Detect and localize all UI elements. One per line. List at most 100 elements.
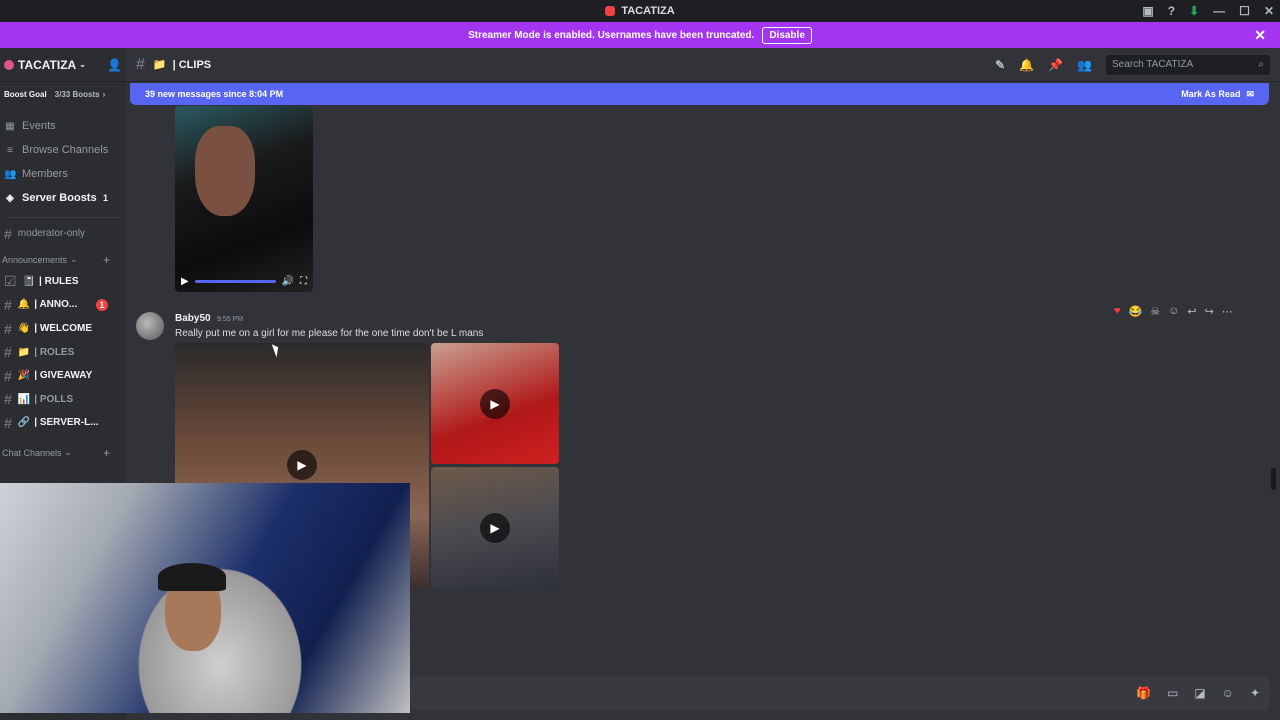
- emoji-icon[interactable]: ☺: [1222, 686, 1234, 700]
- server-name: TACATIZA: [18, 57, 77, 72]
- channel-announcements[interactable]: # 🔔 | ANNO... 1: [0, 293, 126, 317]
- boost-icon: ◈: [6, 192, 14, 204]
- rules-channel-icon: ☑: [4, 272, 17, 289]
- boost-goal[interactable]: Boost Goal 3/33 Boosts ›: [0, 82, 126, 106]
- play-icon[interactable]: ▶: [480, 388, 510, 419]
- message-actions: ♥ 😂 ☠ ☺ ↩ ↪ ⋯: [1114, 302, 1260, 320]
- gif-icon[interactable]: ▭: [1167, 686, 1178, 700]
- app-logo-icon: [605, 6, 616, 16]
- video-controls: ▶ 🔊 ⛶: [175, 270, 313, 292]
- gift-icon[interactable]: 🎁: [1136, 686, 1151, 700]
- inbox-icon[interactable]: ▣: [1142, 4, 1153, 18]
- channel-emoji: 📓: [22, 275, 36, 287]
- download-icon[interactable]: ⬇: [1189, 4, 1199, 18]
- message-author[interactable]: Baby50: [175, 313, 211, 324]
- minimize-icon[interactable]: —: [1213, 4, 1225, 18]
- video-attachment[interactable]: ▶: [431, 343, 559, 464]
- search-placeholder: Search TACATIZA: [1112, 59, 1194, 70]
- maximize-icon[interactable]: ☐: [1239, 4, 1250, 18]
- nav-label: Members: [22, 168, 68, 180]
- mark-as-read-button[interactable]: Mark As Read: [1181, 89, 1240, 99]
- scrollbar[interactable]: [1271, 468, 1276, 490]
- member-list-icon[interactable]: 👥: [1077, 58, 1092, 72]
- hash-icon: #: [4, 344, 12, 361]
- nav-server-boosts[interactable]: ◈ Server Boosts 1: [0, 186, 126, 210]
- channel-label: | RULES: [39, 275, 79, 287]
- hash-icon: #: [4, 367, 12, 384]
- channel-label: moderator-only: [17, 228, 86, 240]
- channel-title: | CLIPS: [172, 58, 212, 71]
- mark-read-icon[interactable]: ✉: [1246, 89, 1254, 100]
- boost-goal-label: Boost Goal: [4, 89, 47, 99]
- new-messages-bar[interactable]: 39 new messages since 8:04 PM Mark As Re…: [130, 83, 1269, 105]
- skull-reaction-icon[interactable]: ☠: [1150, 305, 1160, 318]
- message-text: Really put me on a girl for me please fo…: [175, 328, 484, 339]
- hash-icon: #: [4, 225, 12, 242]
- pin-icon[interactable]: 📌: [1048, 58, 1063, 72]
- help-icon[interactable]: ?: [1168, 4, 1175, 18]
- channel-emoji: 📁: [17, 346, 31, 358]
- search-icon: ⌕: [1258, 59, 1264, 70]
- boost-count: 3/33 Boosts: [54, 89, 100, 99]
- video-attachment[interactable]: ▶: [431, 467, 559, 588]
- channel-emoji: 🔔: [17, 299, 31, 311]
- new-messages-text: 39 new messages since 8:04 PM: [145, 89, 284, 99]
- streamer-mode-banner: Streamer Mode is enabled. Usernames have…: [0, 22, 1280, 48]
- add-channel-icon[interactable]: +: [103, 253, 110, 267]
- channel-server-links[interactable]: # 🔗 | SERVER-L...: [0, 411, 126, 435]
- hash-icon: #: [4, 320, 12, 337]
- chevron-down-icon: ⌄: [79, 60, 86, 69]
- more-icon[interactable]: ⋯: [1222, 305, 1233, 318]
- play-icon[interactable]: ▶: [181, 276, 189, 287]
- progress-bar[interactable]: [194, 279, 276, 283]
- channel-roles[interactable]: # 📁 | ROLES: [0, 340, 126, 364]
- channel-rules[interactable]: ☑ 📓 | RULES: [0, 270, 126, 294]
- channel-label: | ANNO...: [34, 299, 78, 311]
- chevron-right-icon: ›: [102, 89, 106, 99]
- reply-icon[interactable]: ↩: [1187, 305, 1196, 318]
- category-chat-channels[interactable]: Chat Channels ⌄ +: [0, 443, 126, 463]
- volume-icon[interactable]: 🔊: [282, 276, 294, 287]
- disable-button[interactable]: Disable: [762, 26, 812, 44]
- nav-label: Browse Channels: [22, 144, 109, 156]
- laugh-reaction-icon[interactable]: 😂: [1129, 305, 1143, 318]
- category-announcements[interactable]: Announcements ⌄ +: [0, 250, 126, 270]
- play-icon[interactable]: ▶: [287, 450, 317, 480]
- channel-welcome[interactable]: # 👋 | WELCOME: [0, 317, 126, 341]
- server-header[interactable]: TACATIZA ⌄ 👤: [0, 48, 126, 82]
- fullscreen-icon[interactable]: ⛶: [300, 276, 307, 287]
- channel-moderator-only[interactable]: # moderator-only: [0, 222, 126, 246]
- search-input[interactable]: Search TACATIZA ⌕: [1106, 54, 1270, 75]
- close-window-icon[interactable]: ✕: [1264, 4, 1274, 18]
- apps-icon[interactable]: ✦: [1250, 686, 1260, 700]
- add-reaction-icon[interactable]: ☺: [1168, 305, 1179, 317]
- close-icon[interactable]: ✕: [1254, 27, 1266, 44]
- bell-icon[interactable]: 🔔: [1019, 58, 1034, 72]
- message-timestamp: 9:55 PM: [217, 316, 244, 323]
- hash-icon: #: [4, 414, 12, 431]
- forward-icon[interactable]: ↪: [1205, 305, 1214, 318]
- message-composer[interactable]: 🎁 ▭ ◪ ☺ ✦: [410, 675, 1270, 711]
- nav-events[interactable]: ▦ Events: [0, 114, 126, 138]
- avatar[interactable]: [136, 312, 164, 340]
- channel-label: | ROLES: [34, 346, 75, 358]
- server-icon: [4, 59, 14, 70]
- nav-label: Events: [22, 120, 56, 132]
- heart-reaction-icon[interactable]: ♥: [1114, 305, 1121, 317]
- nav-members[interactable]: 👥 Members: [0, 162, 126, 186]
- channel-emoji: 👋: [17, 323, 31, 335]
- nav-browse-channels[interactable]: ≡ Browse Channels: [0, 138, 126, 162]
- add-channel-icon[interactable]: +: [103, 446, 110, 460]
- category-label: Announcements: [2, 254, 68, 265]
- video-player[interactable]: ▶ 🔊 ⛶: [175, 106, 313, 292]
- channel-polls[interactable]: # 📊 | POLLS: [0, 388, 126, 412]
- calendar-icon: ▦: [5, 120, 15, 132]
- category-label: Chat Channels: [2, 447, 62, 458]
- sticker-icon[interactable]: ◪: [1194, 686, 1205, 700]
- channel-giveaway[interactable]: # 🎉 | GIVEAWAY: [0, 364, 126, 388]
- play-icon[interactable]: ▶: [480, 512, 510, 543]
- invite-icon[interactable]: 👤: [107, 58, 122, 72]
- members-icon: 👥: [4, 168, 17, 180]
- threads-icon[interactable]: ✎: [995, 58, 1005, 72]
- channel-label: | GIVEAWAY: [34, 370, 93, 382]
